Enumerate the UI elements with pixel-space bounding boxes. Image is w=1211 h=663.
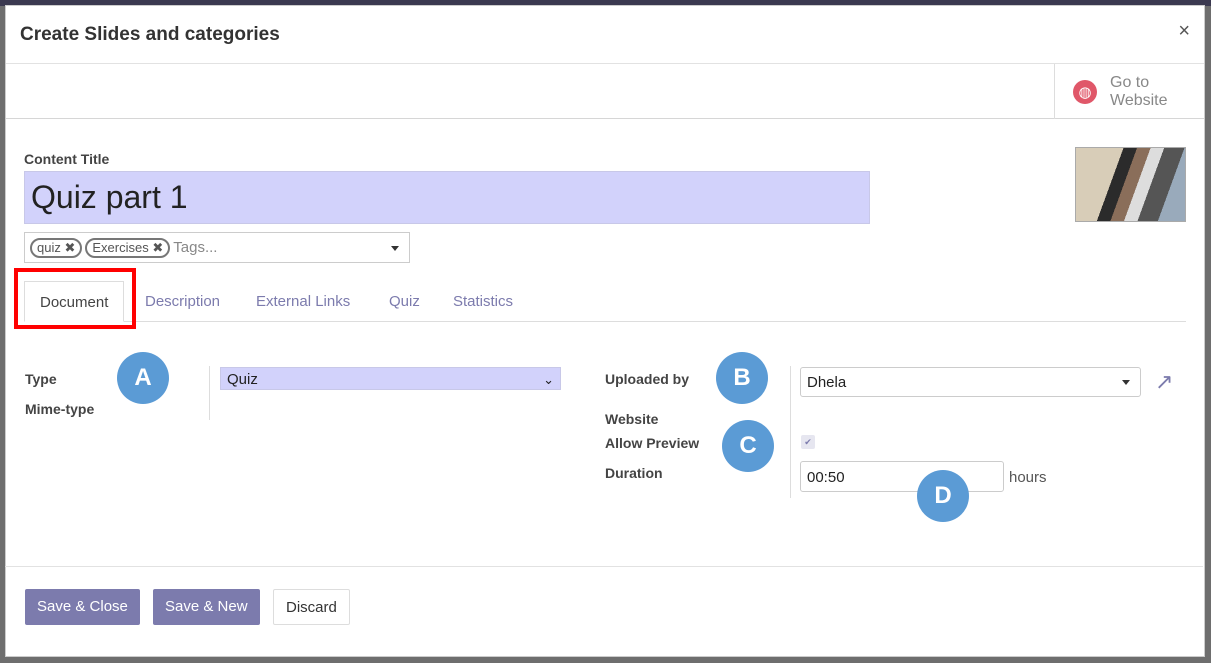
tab-statistics[interactable]: Statistics [453, 281, 513, 322]
tag-label: Exercises [92, 239, 149, 255]
notebook-tabs: Document Description External Links Quiz… [24, 281, 1186, 322]
divider [790, 366, 791, 498]
go-to-website-button[interactable]: ◍ Go to Website [1054, 64, 1204, 119]
remove-tag-icon[interactable]: ✖ [64, 240, 75, 255]
type-label: Type [25, 371, 57, 387]
divider [209, 366, 210, 420]
close-icon[interactable]: × [1178, 20, 1190, 43]
slide-image[interactable] [1075, 147, 1186, 222]
create-dialog: Create Slides and categories × ◍ Go to W… [5, 5, 1205, 657]
button-box: ◍ Go to Website [6, 64, 1204, 119]
dialog-title: Create Slides and categories [20, 24, 280, 45]
annotation-badge-b: B [716, 352, 768, 404]
save-new-button[interactable]: Save & New [153, 589, 260, 625]
tab-external-links[interactable]: External Links [256, 281, 350, 322]
remove-tag-icon[interactable]: ✖ [152, 240, 163, 255]
dialog-header: Create Slides and categories × [6, 6, 1204, 64]
uploaded-by-select[interactable]: Dhela [800, 367, 1141, 397]
external-link-icon[interactable]: ↗ [1155, 369, 1173, 395]
globe-icon: ◍ [1073, 79, 1097, 104]
tab-description[interactable]: Description [145, 281, 220, 322]
type-value: Quiz [227, 371, 258, 388]
tag-label: quiz [37, 239, 61, 255]
tags-placeholder: Tags... [173, 239, 218, 256]
content-title-label: Content Title [24, 151, 110, 167]
uploaded-by-label: Uploaded by [605, 371, 690, 387]
website-label: Website [605, 411, 659, 427]
uploaded-by-value: Dhela [807, 374, 847, 391]
type-select[interactable]: Quiz ⌄ [220, 367, 561, 390]
caret-down-icon[interactable] [391, 246, 399, 251]
tag-quiz[interactable]: quiz ✖ [30, 237, 83, 258]
tag-exercises[interactable]: Exercises ✖ [85, 237, 171, 258]
tab-quiz[interactable]: Quiz [389, 281, 420, 322]
annotation-badge-a: A [117, 352, 169, 404]
duration-unit: hours [1009, 469, 1047, 486]
chevron-down-icon: ⌄ [543, 372, 554, 387]
allow-preview-checkbox[interactable]: ✔ [801, 435, 815, 449]
highlight-callout-box [14, 268, 136, 329]
tags-input[interactable]: quiz ✖ Exercises ✖ Tags... [24, 232, 410, 263]
content-title-input[interactable]: Quiz part 1 [24, 171, 870, 224]
go-to-website-label: Go to Website [1110, 73, 1168, 109]
dialog-footer: Save & Close Save & New Discard [5, 566, 1203, 650]
annotation-badge-c: C [722, 420, 774, 472]
duration-input[interactable]: 00:50 [800, 461, 1004, 492]
discard-button[interactable]: Discard [273, 589, 350, 625]
caret-down-icon [1122, 380, 1130, 385]
mime-type-label: Mime-type [25, 401, 95, 417]
duration-label: Duration [605, 465, 663, 481]
allow-preview-label: Allow Preview [605, 435, 700, 451]
save-close-button[interactable]: Save & Close [25, 589, 140, 625]
annotation-badge-d: D [917, 470, 969, 522]
